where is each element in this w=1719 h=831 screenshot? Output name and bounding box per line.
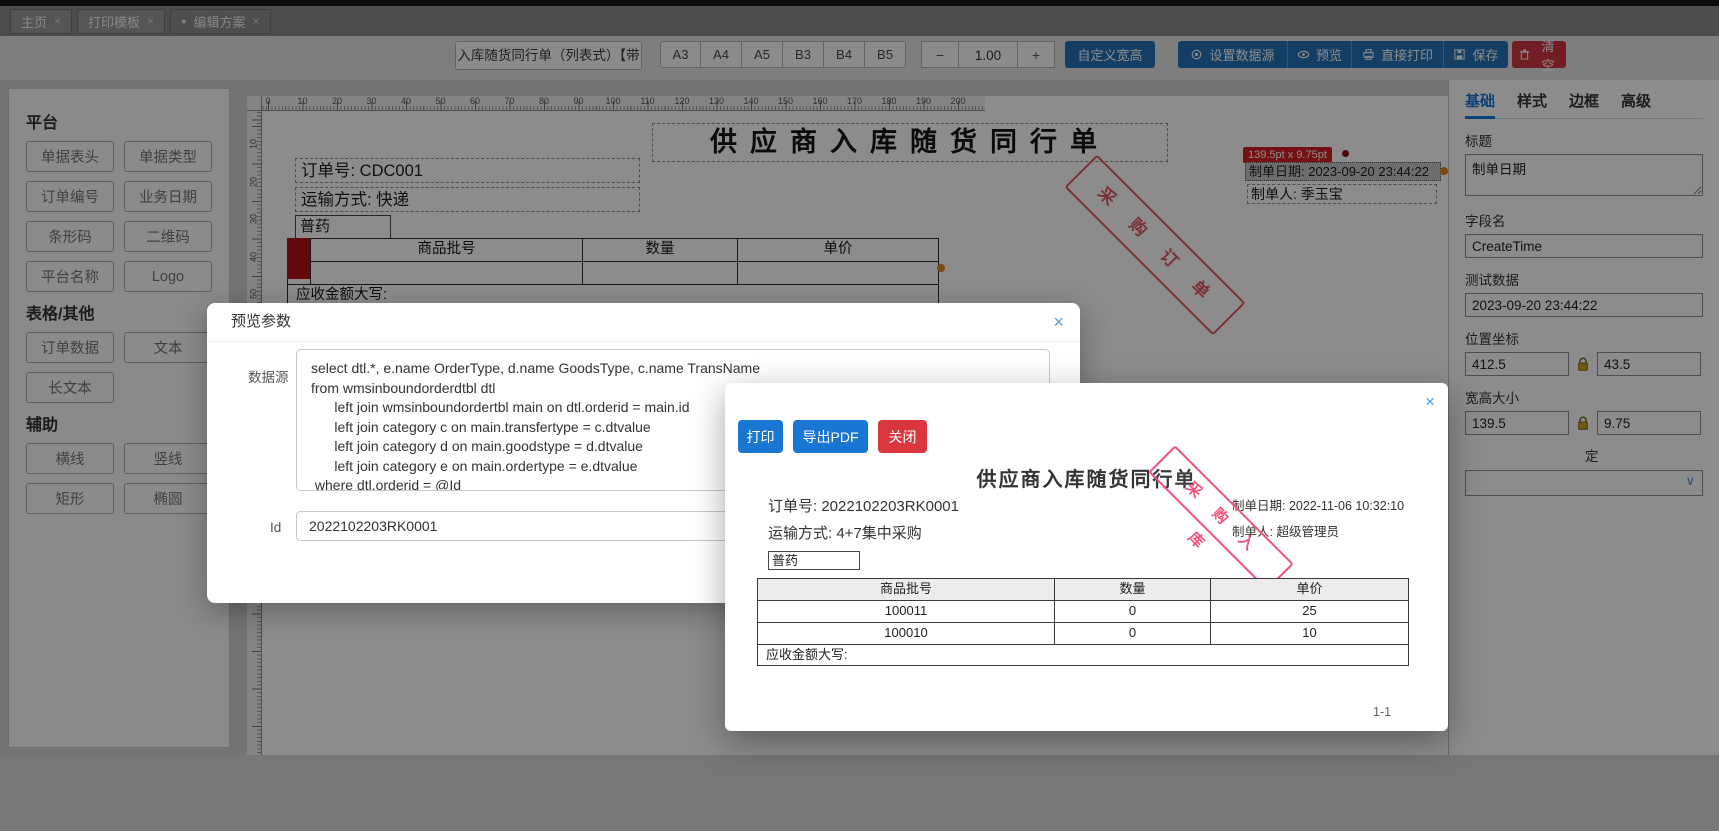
modal-title: 预览参数 xyxy=(231,313,292,330)
preview-table-footer: 应收金额大写: xyxy=(766,647,848,662)
datasource-label: 数据源 xyxy=(248,370,289,385)
print-button[interactable]: 打印 xyxy=(738,420,783,453)
preview-create-date: 制单日期: 2022-11-06 10:32:10 xyxy=(1232,499,1405,513)
preview-cell: 0 xyxy=(1055,601,1211,622)
preview-header-batch: 商品批号 xyxy=(758,579,1055,600)
preview-order-no: 订单号: 2022102203RK0001 xyxy=(768,498,959,515)
preview-cell: 25 xyxy=(1302,603,1317,618)
preview-table: 商品批号 数量 单价 100011 0 25 100010 0 10 应收金额大… xyxy=(757,578,1409,666)
preview-cell: 10 xyxy=(1302,625,1317,640)
export-pdf-button[interactable]: 导出PDF xyxy=(793,420,868,453)
page-indicator: 1-1 xyxy=(1373,705,1392,719)
preview-doc-title: 供应商入库随货同行单 xyxy=(976,469,1197,491)
preview-transport: 运输方式: 4+7集中采购 xyxy=(768,525,922,542)
preview-result-modal: × 打印 导出PDF 关闭 供应商入库随货同行单 订单号: 2022102203… xyxy=(725,383,1448,731)
preview-drug-type: 普药 xyxy=(768,551,860,570)
close-preview-button[interactable]: 关闭 xyxy=(878,420,927,453)
preview-table-row: 100011 0 25 xyxy=(758,601,1408,623)
preview-cell: 100011 xyxy=(758,601,1055,622)
preview-table-row: 100010 0 10 xyxy=(758,623,1408,645)
preview-cell: 0 xyxy=(1055,623,1211,644)
preview-header-qty: 数量 xyxy=(1055,579,1211,600)
preview-cell: 100010 xyxy=(758,623,1055,644)
close-icon[interactable]: × xyxy=(1425,393,1435,411)
modal-header: 预览参数 × xyxy=(207,303,1080,342)
preview-header-price: 单价 xyxy=(1296,581,1323,596)
preview-table-header-row: 商品批号 数量 单价 xyxy=(758,579,1408,601)
id-label: Id xyxy=(270,520,282,535)
close-icon[interactable]: × xyxy=(1053,313,1064,331)
